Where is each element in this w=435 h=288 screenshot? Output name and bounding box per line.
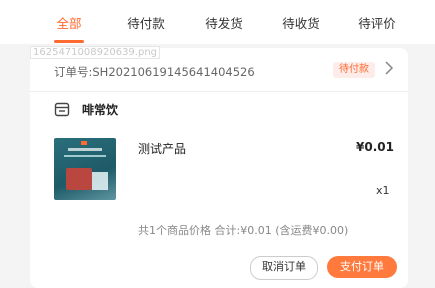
order-number: 订单号:SH20210619145641404526 (54, 65, 255, 79)
product-thumbnail[interactable] (54, 138, 116, 200)
divider (30, 91, 408, 92)
shop-name: 啡常饮 (82, 103, 119, 117)
tab-all[interactable]: 全部 (56, 13, 81, 32)
status-badge: 待付款 (333, 62, 375, 78)
shop-icon (54, 102, 70, 121)
cancel-order-button[interactable]: 取消订单 (250, 256, 318, 280)
product-quantity: x1 (376, 184, 390, 197)
tab-pending-shipment[interactable]: 待发货 (205, 13, 243, 32)
pay-order-button[interactable]: 支付订单 (327, 256, 397, 278)
product-name[interactable]: 测试产品 (138, 140, 186, 157)
chevron-right-icon[interactable] (383, 60, 395, 80)
filename-overlay: 1625471008920639.png (30, 46, 161, 59)
order-status-tabs: 全部 待付款 待发货 待收货 待评价 (0, 0, 435, 44)
product-price: ¥0.01 (356, 140, 394, 154)
tab-pending-receipt[interactable]: 待收货 (282, 13, 320, 32)
tab-pending-payment[interactable]: 待付款 (127, 13, 165, 32)
tab-pending-review[interactable]: 待评价 (358, 13, 396, 32)
order-summary: 共1个商品价格 合计:¥0.01 (含运费¥0.00) (138, 224, 349, 237)
active-tab-indicator (54, 40, 84, 43)
